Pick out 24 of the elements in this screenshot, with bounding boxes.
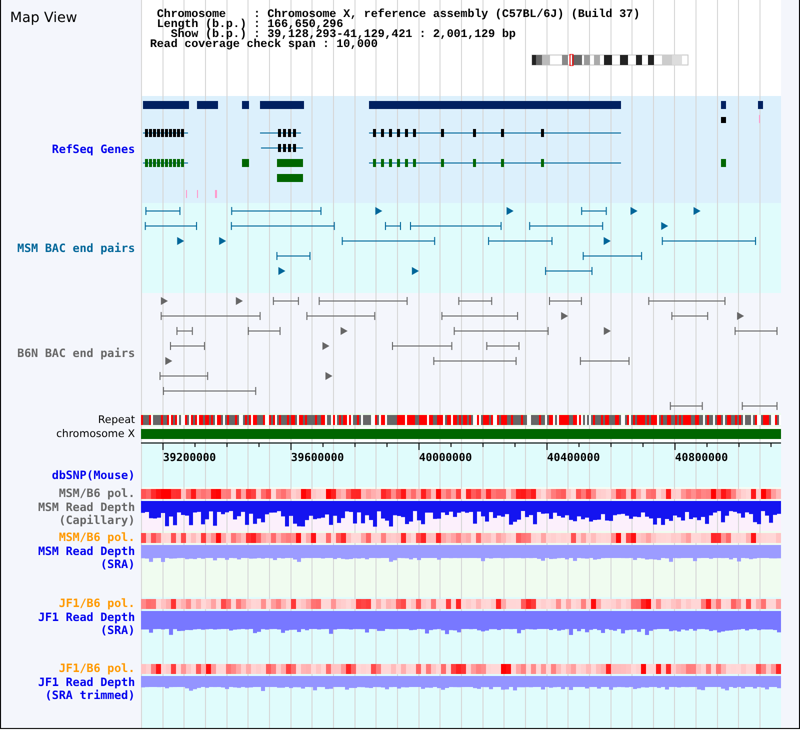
track-label: MSM Read Depth (SRA) <box>37 545 135 571</box>
track-label: JF1/B6 pol. <box>58 597 135 610</box>
tick-label: 39200000 <box>163 451 216 464</box>
track-label: JF1 Read Depth (SRA) <box>37 611 135 637</box>
tick-label: 39600000 <box>291 451 344 464</box>
track-label: MSM Read Depth (Capillary) <box>37 501 135 527</box>
info-line: Read coverage check span : 10,000 <box>150 40 378 50</box>
track-label: Repeat <box>98 414 135 426</box>
tick-label: 40800000 <box>675 451 728 464</box>
track-label: B6N BAC end pairs <box>17 346 135 360</box>
view-title: Map View <box>10 10 78 26</box>
info-line: Chromosome : Chromosome X, reference assembly (C57BL/6J) (Build 37) <box>156 10 640 20</box>
tick-label: 40400000 <box>547 451 600 464</box>
info-line: Length (b.p.) : 166,650,296 <box>156 20 344 30</box>
track-label: MSM/B6 pol. <box>58 487 135 500</box>
track-label: chromosome X <box>56 428 135 441</box>
track-label: JF1/B6 pol. <box>58 662 135 675</box>
track-label: MSM/B6 pol. <box>58 531 135 544</box>
tick-label: 40000000 <box>419 451 472 464</box>
track-label: dbSNP(Mouse) <box>52 469 135 482</box>
info-line: Show (b.p.) : 39,128,293-41,129,421 : 2,001,129 bp <box>170 30 517 40</box>
track-label: RefSeq Genes <box>52 143 135 156</box>
track-label: JF1 Read Depth (SRA trimmed) <box>37 676 135 702</box>
track-label: MSM BAC end pairs <box>17 242 135 254</box>
